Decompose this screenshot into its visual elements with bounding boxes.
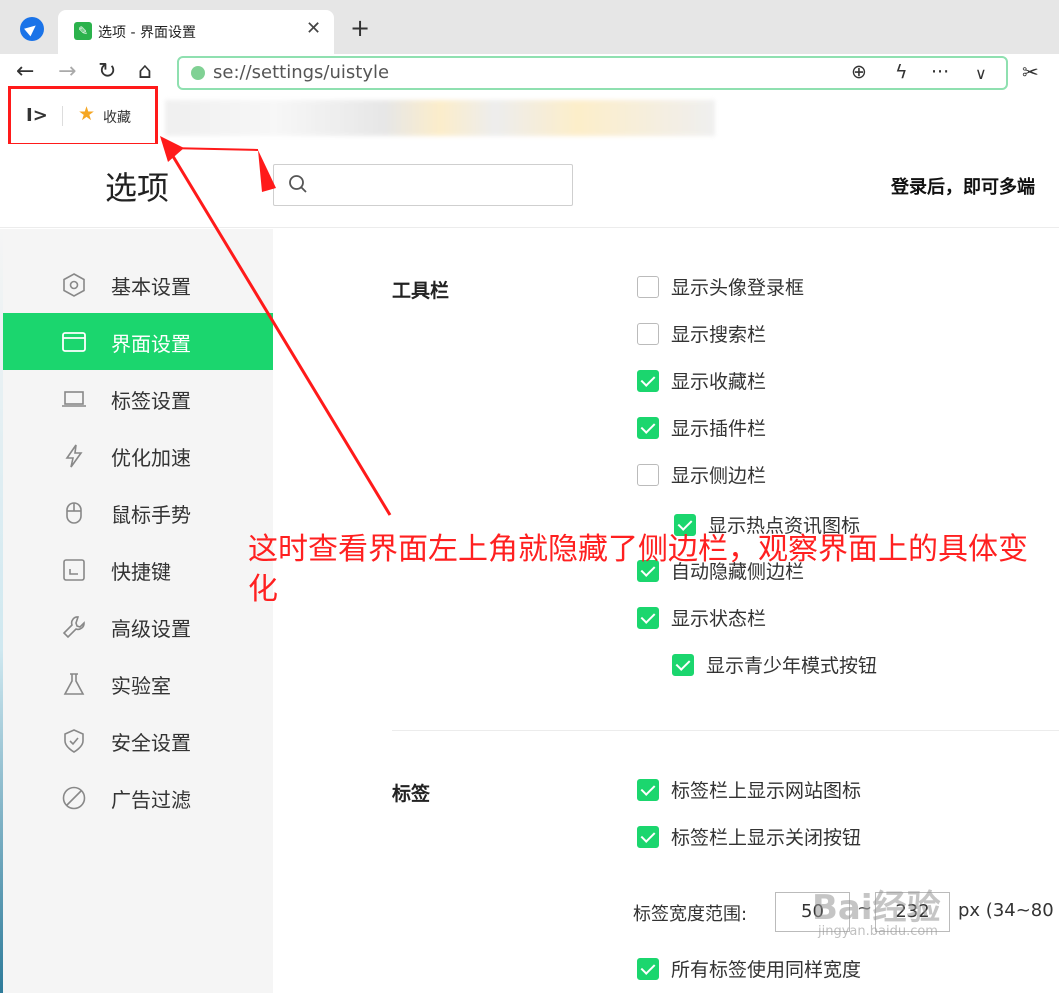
checkbox-checked[interactable]	[637, 958, 659, 980]
blurred-bookmarks	[165, 100, 715, 136]
section-title-tabs: 标签	[392, 783, 431, 805]
tab-width-label: 标签宽度范围:	[633, 904, 748, 925]
sidebar-item-label: 标签设置	[111, 389, 191, 413]
option-label: 标签栏上显示关闭按钮	[671, 827, 862, 849]
laptop-tab-icon	[62, 391, 86, 407]
sidebar-item-tabs[interactable]: 标签设置	[3, 370, 273, 427]
window-icon	[62, 332, 86, 352]
lightning-icon[interactable]: ϟ	[895, 61, 908, 83]
option-label: 标签栏上显示网站图标	[671, 780, 862, 802]
checkbox-checked[interactable]	[637, 779, 659, 801]
checkbox[interactable]	[637, 323, 659, 345]
page-title: 选项	[105, 169, 170, 207]
sidebar-item-label: 高级设置	[111, 617, 191, 641]
wrench-favicon-icon: ✎	[74, 22, 92, 40]
sidebar-item-security[interactable]: 安全设置	[3, 712, 273, 769]
settings-search-input[interactable]	[273, 164, 573, 206]
address-bar[interactable]: se://settings/uistyle ⊕ ϟ ··· ∨	[177, 56, 1008, 90]
annotation-highlight-box	[8, 86, 158, 146]
tab-active[interactable]: ✎ 选项 - 界面设置 ✕	[58, 10, 334, 54]
sidebar-item-label: 快捷键	[111, 560, 171, 584]
option-label: 显示青少年模式按钮	[706, 655, 878, 677]
home-icon[interactable]: ⌂	[138, 59, 152, 84]
sidebar-item-adblock[interactable]: 广告过滤	[3, 769, 273, 826]
tab-width-hint: px (34~80	[958, 900, 1054, 921]
watermark: Bai经验	[812, 888, 941, 928]
option-label: 显示插件栏	[671, 418, 767, 440]
new-tab-icon[interactable]: +	[350, 14, 370, 42]
sidebar-item-label: 界面设置	[111, 332, 191, 356]
sidebar-item-label: 基本设置	[111, 275, 191, 299]
section-divider	[392, 730, 1059, 731]
search-icon	[289, 175, 307, 193]
wrench-icon	[62, 616, 85, 639]
sidebar-item-lab[interactable]: 实验室	[3, 655, 273, 712]
option-label: 显示头像登录框	[671, 277, 805, 299]
checkbox-checked[interactable]	[637, 370, 659, 392]
sidebar-item-speedup[interactable]: 优化加速	[3, 427, 273, 484]
checkbox-checked[interactable]	[637, 417, 659, 439]
tab-close-icon[interactable]: ✕	[306, 18, 321, 39]
section-title-toolbar: 工具栏	[392, 280, 450, 302]
lightning-icon	[65, 444, 83, 468]
sidebar-item-mouse[interactable]: 鼠标手势	[3, 484, 273, 541]
secure-icon	[191, 66, 205, 80]
annotation-text: 这时查看界面左上角就隐藏了侧边栏，观察界面上的具体变化	[248, 532, 1028, 607]
checkbox-checked[interactable]	[637, 607, 659, 629]
checkbox[interactable]	[637, 464, 659, 486]
back-icon[interactable]: ←	[16, 59, 34, 84]
sidebar-item-basic[interactable]: 基本设置	[3, 256, 273, 313]
browser-toolbar: ← → ↻ ⌂ se://settings/uistyle ⊕ ϟ ··· ∨ …	[0, 54, 1059, 92]
sidebar-item-label: 优化加速	[111, 446, 191, 470]
zoom-icon[interactable]: ⊕	[851, 61, 867, 83]
shield-icon	[64, 729, 84, 753]
checkbox[interactable]	[637, 276, 659, 298]
address-text[interactable]: se://settings/uistyle	[213, 62, 389, 83]
flask-icon	[63, 673, 85, 695]
more-icon[interactable]: ···	[931, 61, 949, 83]
scissors-icon[interactable]: ✂	[1022, 60, 1039, 84]
watermark-sub: jingyan.baidu.com	[818, 924, 938, 939]
block-icon	[62, 786, 86, 810]
sidebar-item-label: 鼠标手势	[111, 503, 191, 527]
login-hint[interactable]: 登录后，即可多端	[891, 173, 1035, 199]
forward-icon[interactable]: →	[58, 59, 76, 84]
sidebar-item-shortcuts[interactable]: 快捷键	[3, 541, 273, 598]
hexagon-settings-icon	[63, 273, 85, 297]
tab-strip: ✎ 选项 - 界面设置 ✕ +	[0, 0, 1059, 54]
sidebar-item-ui[interactable]: 界面设置	[3, 313, 273, 370]
option-label: 所有标签使用同样宽度	[671, 959, 862, 981]
mouse-icon	[66, 502, 82, 524]
tab-title: 选项 - 界面设置	[98, 25, 196, 41]
option-label: 显示收藏栏	[671, 371, 767, 393]
checkbox-checked[interactable]	[637, 826, 659, 848]
option-label: 显示侧边栏	[671, 465, 767, 487]
reload-icon[interactable]: ↻	[98, 59, 116, 84]
browser-logo-icon[interactable]	[20, 17, 44, 41]
checkbox-checked[interactable]	[672, 654, 694, 676]
shortcut-key-icon	[63, 559, 85, 581]
sidebar-item-label: 广告过滤	[111, 788, 191, 812]
sidebar-item-advanced[interactable]: 高级设置	[3, 598, 273, 655]
chevron-down-icon[interactable]: ∨	[975, 64, 987, 83]
option-label: 显示搜索栏	[671, 324, 767, 346]
sidebar-item-label: 安全设置	[111, 731, 191, 755]
sidebar-item-label: 实验室	[111, 674, 171, 698]
